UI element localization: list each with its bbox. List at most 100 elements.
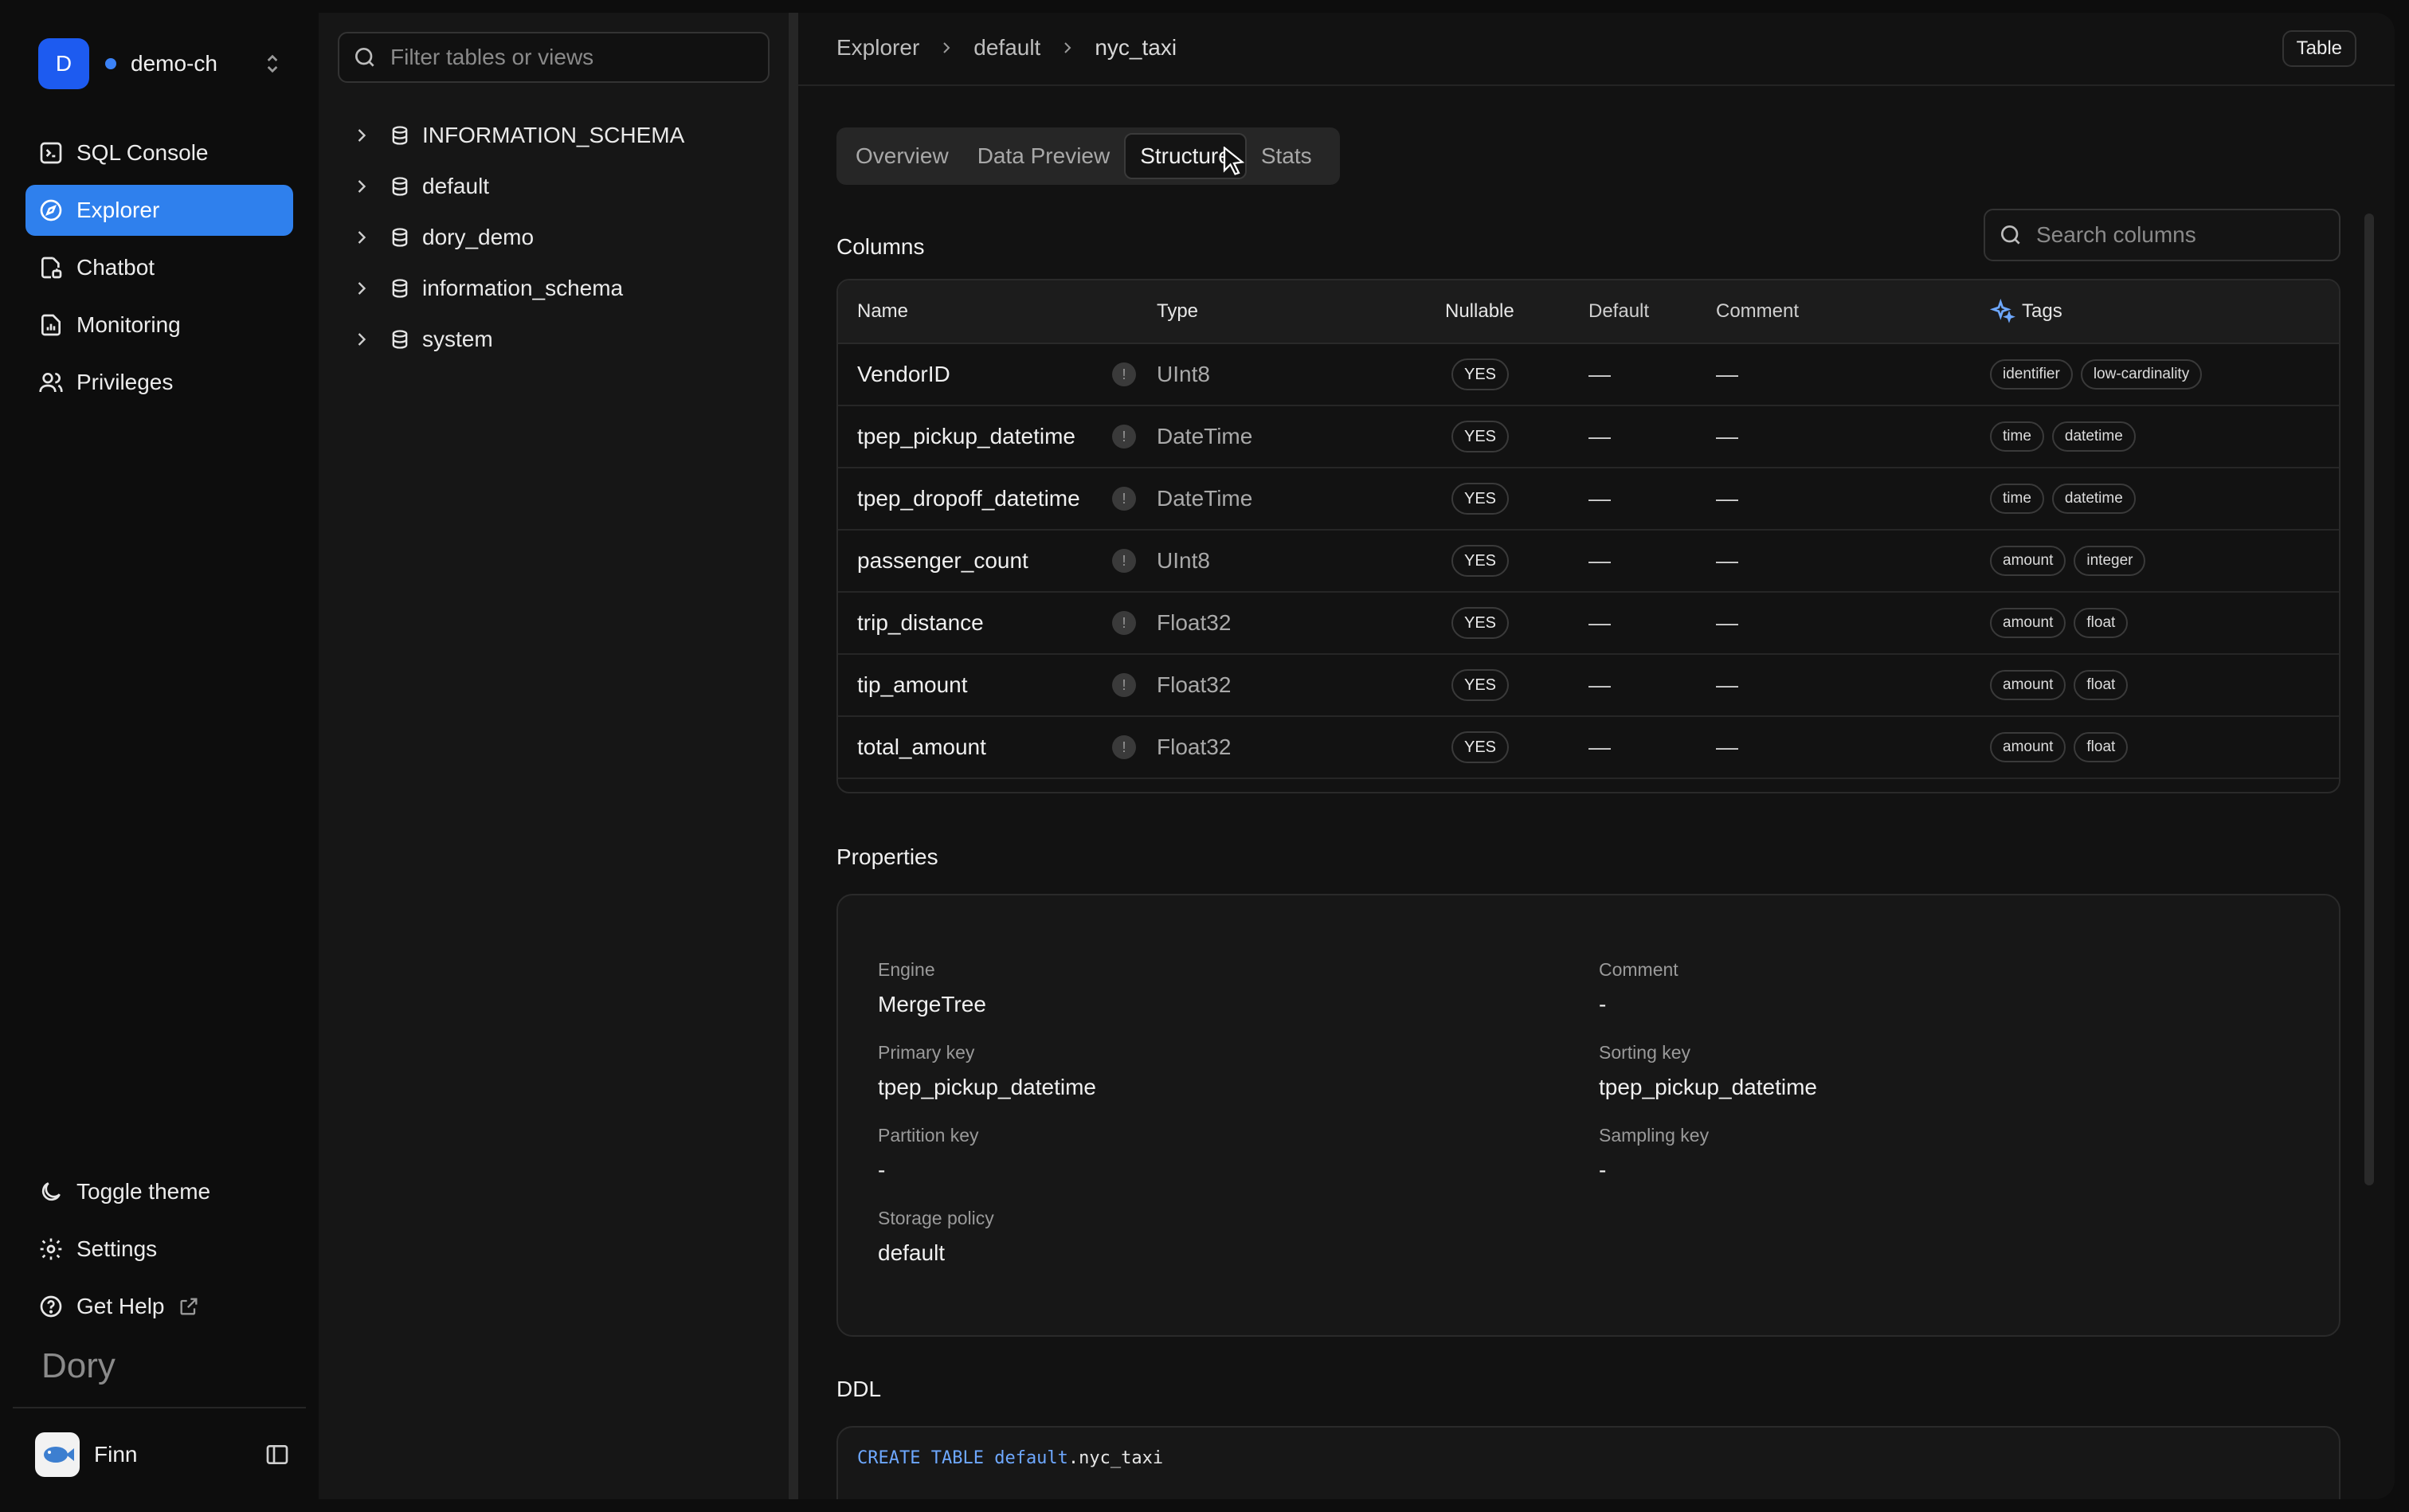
sql-console-icon — [40, 142, 62, 164]
nav-item-label: Get Help — [76, 1294, 165, 1318]
tree-item-database[interactable]: system — [351, 314, 684, 365]
column-default: — — [1588, 486, 1611, 511]
column-name-cell: passenger_count! — [838, 548, 1157, 574]
nav-item-label: Settings — [76, 1236, 158, 1261]
nav-item-chatbot[interactable]: Chatbot — [25, 242, 293, 293]
database-icon — [392, 330, 408, 349]
column-default: — — [1588, 362, 1611, 386]
get-help-link[interactable]: Get Help — [25, 1281, 293, 1332]
sidebar-toggle-icon[interactable] — [264, 1442, 290, 1467]
nav-item-monitoring[interactable]: Monitoring — [25, 300, 293, 351]
tree-item-database[interactable]: INFORMATION_SCHEMA — [351, 110, 684, 161]
column-comment: — — [1716, 672, 1738, 697]
tab-data-preview[interactable]: Data Preview — [963, 133, 1125, 179]
tree-item-label: information_schema — [422, 276, 624, 300]
workspace-switcher[interactable]: D demo-ch — [38, 38, 285, 89]
tag-chip: integer — [2074, 546, 2146, 576]
divider — [13, 1407, 306, 1408]
prop-sorting-key: Sorting key tpep_pickup_datetime — [1599, 1042, 1817, 1100]
ddl-title: DDL — [836, 1377, 882, 1401]
column-type: Float32 — [1157, 734, 1232, 759]
header-tags: Tags — [1990, 299, 2062, 324]
prop-value: MergeTree — [878, 992, 986, 1016]
column-comment: — — [1716, 734, 1738, 759]
nullable-cell: YES — [1445, 545, 1588, 577]
chevron-right-icon — [1064, 42, 1071, 53]
search-columns-field — [1984, 209, 2340, 261]
nav-item-privileges[interactable]: Privileges — [25, 357, 293, 408]
user-menu[interactable]: Finn — [35, 1432, 290, 1477]
tag-chip: low-cardinality — [2080, 359, 2203, 390]
nullable-cell: YES — [1445, 669, 1588, 701]
monitoring-icon — [41, 314, 61, 336]
table-row[interactable]: trip_distance! Float32 YES — — amount float — [838, 593, 2339, 655]
tag-chip: amount — [1990, 732, 2066, 762]
chatbot-icon — [41, 257, 62, 279]
header-comment: Comment — [1716, 300, 1800, 322]
filter-tables-field — [338, 32, 770, 83]
prop-value: - — [1599, 992, 1607, 1016]
chevron-right-icon[interactable] — [351, 328, 373, 351]
topbar: Explorer default nyc_taxi Table — [798, 13, 2395, 86]
tree-item-database[interactable]: dory_demo — [351, 212, 684, 263]
search-columns-input[interactable] — [2036, 222, 2323, 248]
info-icon[interactable]: ! — [1112, 735, 1136, 759]
sidebar: D demo-ch SQL Console Explorer Chatbot M… — [0, 0, 319, 1512]
table-row[interactable]: passenger_count! UInt8 YES — — amount integer — [838, 531, 2339, 593]
column-comment: — — [1716, 424, 1738, 449]
column-name-cell: tpep_pickup_datetime! — [838, 424, 1157, 449]
column-comment: — — [1716, 610, 1738, 635]
table-row[interactable]: total_amount! Float32 YES — — amount float — [838, 717, 2339, 779]
nav-item-sql-console[interactable]: SQL Console — [25, 127, 293, 178]
header-default: Default — [1588, 300, 1650, 322]
column-default: — — [1588, 548, 1611, 573]
database-icon — [392, 126, 408, 145]
table-row[interactable]: tip_amount! Float32 YES — — amount float — [838, 655, 2339, 717]
toggle-theme-button[interactable]: Toggle theme — [25, 1166, 293, 1217]
breadcrumb-explorer[interactable]: Explorer — [836, 35, 919, 61]
table-row[interactable]: VendorID! UInt8 YES — — identifier low-cardina… — [838, 344, 2339, 406]
tree-item-database[interactable]: information_schema — [351, 263, 684, 314]
tab-stats[interactable]: Stats — [1247, 133, 1326, 179]
info-icon[interactable]: ! — [1112, 487, 1136, 511]
ddl-keyword: CREATE TABLE — [857, 1448, 984, 1468]
nullable-badge: YES — [1451, 358, 1510, 390]
workspace-avatar: D — [38, 38, 89, 89]
prop-engine: Engine MergeTree — [878, 959, 986, 1017]
tags-cell: time datetime — [1990, 484, 2144, 514]
ddl-code-block: CREATE TABLE default.nyc_taxi — [836, 1426, 2340, 1499]
table-row[interactable]: tpep_pickup_datetime! DateTime YES — — time da… — [838, 406, 2339, 468]
column-default: — — [1588, 610, 1611, 635]
database-icon — [392, 177, 408, 196]
column-name: total_amount — [857, 734, 986, 759]
breadcrumb-database[interactable]: default — [973, 35, 1040, 61]
panel-resize-handle[interactable] — [789, 13, 798, 1499]
tag-chip: amount — [1990, 670, 2066, 700]
info-icon[interactable]: ! — [1112, 549, 1136, 573]
filter-tables-input[interactable] — [390, 45, 741, 70]
column-name-cell: trip_distance! — [838, 610, 1157, 636]
database-list: INFORMATION_SCHEMA default dory_demo inf… — [351, 110, 684, 365]
table-row[interactable]: tpep_dropoff_datetime! DateTime YES — — time d… — [838, 468, 2339, 531]
chevron-right-icon[interactable] — [351, 124, 373, 147]
info-icon[interactable]: ! — [1112, 425, 1136, 449]
settings-button[interactable]: Settings — [25, 1224, 293, 1275]
nullable-cell: YES — [1445, 421, 1588, 452]
tree-item-database[interactable]: default — [351, 161, 684, 212]
chevron-right-icon[interactable] — [351, 226, 373, 249]
tags-cell: identifier low-cardinality — [1990, 359, 2210, 390]
prop-comment: Comment - — [1599, 959, 1678, 1017]
scrollbar[interactable] — [2364, 213, 2374, 1185]
prop-partition-key: Partition key - — [878, 1125, 979, 1183]
nav-item-explorer[interactable]: Explorer — [25, 185, 293, 236]
column-name: tpep_pickup_datetime — [857, 424, 1075, 449]
info-icon[interactable]: ! — [1112, 611, 1136, 635]
tab-overview[interactable]: Overview — [841, 133, 963, 179]
info-icon[interactable]: ! — [1112, 362, 1136, 386]
column-name-cell: total_amount! — [838, 734, 1157, 760]
column-name: VendorID — [857, 362, 950, 386]
chevron-right-icon[interactable] — [351, 175, 373, 198]
info-icon[interactable]: ! — [1112, 673, 1136, 697]
chevron-right-icon[interactable] — [351, 277, 373, 300]
prop-value: - — [878, 1158, 886, 1182]
